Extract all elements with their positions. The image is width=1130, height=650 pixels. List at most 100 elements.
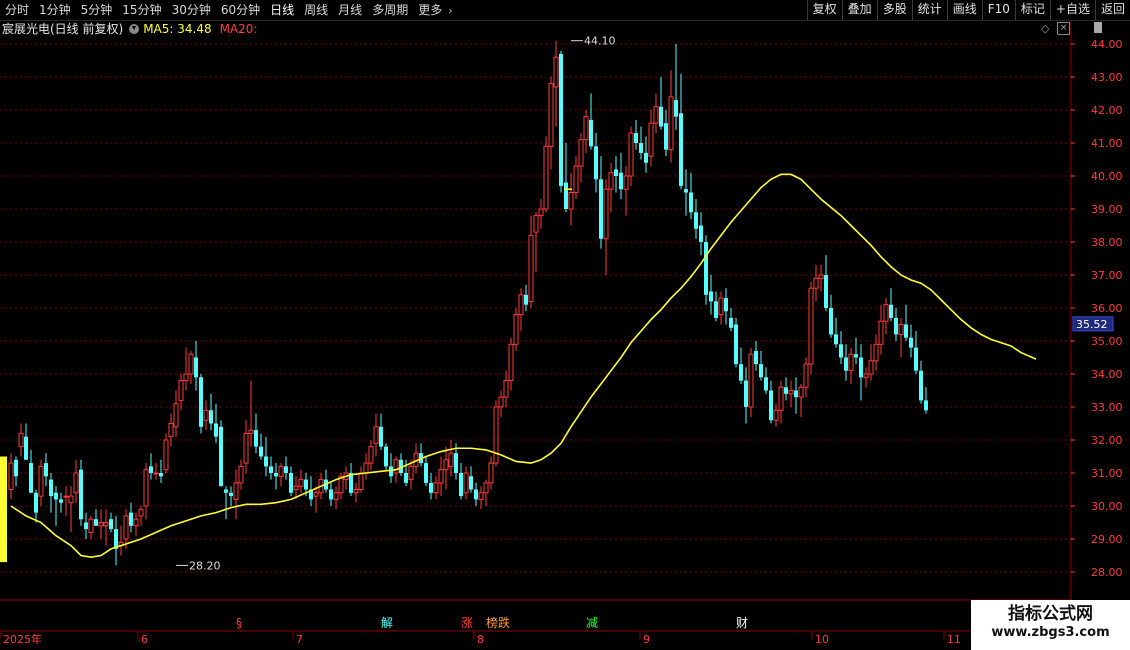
candle-body xyxy=(589,119,593,147)
ma20-series xyxy=(10,173,1037,558)
action-button[interactable]: F10 xyxy=(981,0,1015,20)
kline-chart[interactable]: 44.00 43.00 42.00 41.00 40.00 39.00 38.00 37.00… xyxy=(0,20,1130,650)
price-tick-label: 42.00 xyxy=(1091,104,1123,117)
period-tab[interactable]: 日线 xyxy=(265,0,299,20)
candle-body xyxy=(353,489,359,494)
candle-body xyxy=(524,294,528,305)
candle-body xyxy=(159,473,163,477)
candle-body xyxy=(254,430,258,447)
candle-body xyxy=(219,426,223,487)
period-tab[interactable]: 更多 xyxy=(413,0,447,20)
chevron-right-icon[interactable]: › xyxy=(448,4,452,17)
period-tab[interactable]: 多周期 xyxy=(367,0,413,20)
candle-body xyxy=(568,192,574,210)
candle-body xyxy=(63,495,69,498)
candle-body xyxy=(689,192,693,213)
candle-body xyxy=(178,380,184,401)
price-tick-label: 36.00 xyxy=(1091,302,1123,315)
candle-body xyxy=(528,234,534,302)
candle-body xyxy=(844,357,848,371)
candle-body xyxy=(709,291,713,302)
action-button[interactable]: 多股 xyxy=(876,0,912,20)
candle-body xyxy=(818,274,824,279)
candle-body xyxy=(278,465,284,477)
candle-body xyxy=(173,403,179,428)
period-tab[interactable]: 30分钟 xyxy=(167,0,216,20)
price-tick-label: 28.00 xyxy=(1091,566,1123,579)
candle-body xyxy=(904,324,908,338)
candle-body xyxy=(24,436,28,460)
candle-body xyxy=(433,482,439,494)
candle-body xyxy=(194,357,198,378)
event-marker: 解 xyxy=(381,616,393,630)
candle-body xyxy=(614,169,618,176)
candle-body xyxy=(603,188,609,240)
date-label: 6 xyxy=(141,633,148,646)
candle-body xyxy=(98,522,104,527)
candle-body xyxy=(628,132,634,177)
candle-body xyxy=(498,396,504,408)
period-tab[interactable]: 周线 xyxy=(299,0,333,20)
candle-body xyxy=(188,353,194,375)
candle-body xyxy=(784,387,788,394)
event-marker: 涨 xyxy=(461,615,473,630)
candle-body xyxy=(739,364,743,381)
candle-body xyxy=(168,423,174,438)
candle-body xyxy=(214,423,218,437)
candle-body xyxy=(583,116,589,141)
action-button[interactable]: +自选 xyxy=(1049,0,1095,20)
action-button[interactable]: 画线 xyxy=(946,0,982,20)
candle-body xyxy=(238,465,244,484)
candle-body xyxy=(883,304,889,322)
candle-body xyxy=(358,472,364,490)
price-tick-label: 30.00 xyxy=(1091,500,1123,513)
candle-body xyxy=(109,519,113,530)
date-label: 8 xyxy=(477,633,484,646)
candle-body xyxy=(644,152,648,163)
candle-body xyxy=(424,463,428,483)
candle-body xyxy=(199,377,203,427)
price-tick-label: 32.00 xyxy=(1091,434,1123,447)
candle-body xyxy=(298,479,304,487)
period-tab[interactable]: 60分钟 xyxy=(216,0,265,20)
candle-body xyxy=(454,453,458,473)
candle-body xyxy=(349,473,353,493)
candle-body xyxy=(469,476,473,490)
event-marker: 榜跌 xyxy=(486,615,510,630)
candle-body xyxy=(664,123,668,150)
candle-body xyxy=(123,515,129,540)
candle-body xyxy=(623,175,629,190)
action-button[interactable]: 统计 xyxy=(911,0,947,20)
candle-body xyxy=(679,113,683,186)
period-tab[interactable]: 分时 xyxy=(0,0,34,20)
grid xyxy=(0,20,1072,650)
candle-body xyxy=(513,314,519,345)
period-tab[interactable]: 月线 xyxy=(333,0,367,20)
candle-body xyxy=(863,373,869,378)
candle-body xyxy=(163,439,169,471)
action-buttons: 复权 叠加 多股 统计 画线 F10 标记 +自选 返回 xyxy=(806,0,1130,20)
period-tab[interactable]: 1分钟 xyxy=(34,0,76,20)
watermark-title: 指标公式网 xyxy=(1008,604,1093,624)
candle-body xyxy=(898,324,904,335)
candle-body xyxy=(209,410,213,424)
candle-body xyxy=(573,165,579,194)
period-tab[interactable]: 5分钟 xyxy=(76,0,118,20)
action-button[interactable]: 返回 xyxy=(1094,0,1130,20)
candle-body xyxy=(94,519,98,526)
candle-body xyxy=(794,390,798,398)
candle-body xyxy=(834,334,838,345)
period-tab[interactable]: 15分钟 xyxy=(117,0,166,20)
date-label: 11 xyxy=(947,633,961,646)
candle-body xyxy=(34,492,38,513)
date-label: 9 xyxy=(643,633,650,646)
candle-body xyxy=(553,56,559,88)
candle-body xyxy=(564,182,568,209)
action-button[interactable]: 标记 xyxy=(1014,0,1050,20)
candle-body xyxy=(538,208,544,217)
action-button[interactable]: 叠加 xyxy=(841,0,877,20)
action-button[interactable]: 复权 xyxy=(806,0,842,20)
price-tick-label: 33.00 xyxy=(1091,401,1123,414)
candle-body xyxy=(909,337,913,348)
candle-body xyxy=(14,459,18,477)
